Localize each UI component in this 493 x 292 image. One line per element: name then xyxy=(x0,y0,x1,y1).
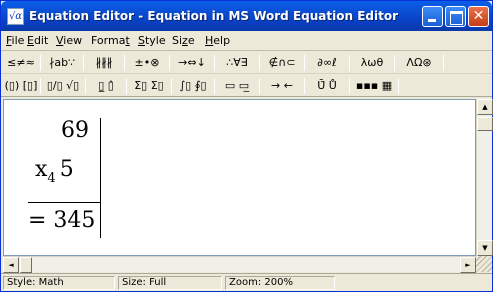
status-size: Size: Full xyxy=(118,276,222,290)
status-zoom: Zoom: 200% xyxy=(225,276,335,290)
products-set-theory-palette[interactable]: Ū̃ Ů xyxy=(307,77,347,95)
scroll-up-button[interactable]: ▲ xyxy=(477,99,493,115)
subscript-4: 4 xyxy=(47,171,56,186)
subscript-superscript-palette[interactable]: ▯̲ ▯̂ xyxy=(88,77,124,95)
equation-editor-window: √α Equation Editor - Equation in MS Word… xyxy=(0,0,493,292)
operator-symbols-palette[interactable]: ±•⊗ xyxy=(127,54,167,72)
minimize-icon xyxy=(423,7,442,26)
minimize-button[interactable] xyxy=(422,6,443,27)
fraction-radical-palette[interactable]: ▯/▯ √▯ xyxy=(43,77,83,95)
maximize-button[interactable] xyxy=(445,6,466,27)
menu-edit[interactable]: Edit xyxy=(27,34,48,48)
toolbar-divider xyxy=(171,78,172,94)
summation-palette[interactable]: Σ▯ Σ▯ xyxy=(129,77,169,95)
maximize-icon xyxy=(446,7,465,26)
logical-symbols-palette[interactable]: ∴∀∃ xyxy=(217,54,257,72)
toolbar-divider xyxy=(85,78,86,94)
scroll-down-button[interactable]: ▼ xyxy=(477,240,493,256)
toolbar-divider xyxy=(126,78,127,94)
menu-view[interactable]: View xyxy=(56,34,82,48)
toolbar-divider xyxy=(394,55,395,71)
template-palette-row: (▯) [▯] ▯/▯ √▯ ▯̲ ▯̂ Σ▯ Σ▯ ∫▯ ∮▯ ▭ ▭̲ → … xyxy=(1,75,492,97)
toolbar-divider xyxy=(40,55,41,71)
toolbar-divider xyxy=(83,55,84,71)
equation-line-3[interactable]: = 345 xyxy=(28,208,95,234)
toolbar-divider xyxy=(443,55,444,71)
horizontal-scroll-thumb[interactable] xyxy=(20,257,32,273)
vertical-scroll-thumb[interactable] xyxy=(477,117,493,131)
horizontal-scrollbar[interactable]: ◄ ► xyxy=(3,256,476,273)
labeled-arrow-palette[interactable]: → ← xyxy=(262,77,302,95)
number-5: 5 xyxy=(59,157,74,182)
integral-palette[interactable]: ∫▯ ∮▯ xyxy=(174,77,212,95)
menu-size[interactable]: Size xyxy=(172,34,195,48)
embellishments-palette[interactable]: ∦∦∦ xyxy=(86,54,122,72)
toolbar-divider xyxy=(40,78,41,94)
status-bar: Style: Math Size: Full Zoom: 200% xyxy=(1,273,492,291)
matrix-templates-palette[interactable]: ▪▪▪ ▦ xyxy=(352,77,396,95)
toolbar-divider xyxy=(304,78,305,94)
sum-rule xyxy=(28,202,100,203)
underbar-overbar-palette[interactable]: ▭ ▭̲ xyxy=(217,77,257,95)
toolbar-divider xyxy=(124,55,125,71)
close-icon: ✕ xyxy=(472,8,485,24)
toolbar-divider xyxy=(169,55,170,71)
vertical-divider xyxy=(100,118,101,238)
menu-style[interactable]: Style xyxy=(138,34,166,48)
equation-line-1[interactable]: 69 xyxy=(61,118,89,144)
menu-help[interactable]: Help xyxy=(205,34,230,48)
window-title: Equation Editor - Equation in MS Word Eq… xyxy=(29,9,399,23)
equation-line-2[interactable]: x4 5 xyxy=(35,157,74,192)
variable-x: x xyxy=(35,157,48,182)
scroll-right-button[interactable]: ► xyxy=(460,257,476,273)
greek-lowercase-palette[interactable]: λωθ xyxy=(352,54,392,72)
toolbar-divider xyxy=(214,55,215,71)
toolbar-divider xyxy=(349,78,350,94)
menu-file[interactable]: File xyxy=(6,34,24,48)
fence-templates-palette[interactable]: (▯) [▯] xyxy=(4,77,38,95)
symbol-palette-row: ≤≠≈ ∤ab∵ ∦∦∦ ±•⊗ →⇔↓ ∴∀∃ ∉∩⊂ ∂∞ℓ λωθ ΛΩ⊛ xyxy=(1,52,492,74)
relational-symbols-palette[interactable]: ≤≠≈ xyxy=(4,54,38,72)
toolbar-divider xyxy=(214,78,215,94)
resize-grip-icon[interactable] xyxy=(476,256,492,272)
set-theory-palette[interactable]: ∉∩⊂ xyxy=(262,54,302,72)
toolbar-divider xyxy=(398,78,399,94)
equation-canvas[interactable]: 69 x4 5 = 345 xyxy=(3,99,476,256)
menu-bar: File Edit View Format Style Size Help xyxy=(1,31,492,51)
menu-format[interactable]: Format xyxy=(91,34,130,48)
spaces-ellipses-palette[interactable]: ∤ab∵ xyxy=(43,54,81,72)
greek-uppercase-palette[interactable]: ΛΩ⊛ xyxy=(397,54,441,72)
status-style: Style: Math xyxy=(3,276,115,290)
toolbar-divider xyxy=(304,55,305,71)
misc-symbols-palette[interactable]: ∂∞ℓ xyxy=(307,54,347,72)
vertical-scrollbar[interactable]: ▲ ▼ xyxy=(476,99,493,256)
toolbar-divider xyxy=(259,78,260,94)
toolbar-divider xyxy=(259,55,260,71)
scroll-left-button[interactable]: ◄ xyxy=(3,257,19,273)
arrow-symbols-palette[interactable]: →⇔↓ xyxy=(172,54,212,72)
title-bar[interactable]: √α Equation Editor - Equation in MS Word… xyxy=(1,1,492,31)
app-icon[interactable]: √α xyxy=(7,8,24,25)
toolbar-divider xyxy=(349,55,350,71)
close-button[interactable]: ✕ xyxy=(468,6,489,27)
